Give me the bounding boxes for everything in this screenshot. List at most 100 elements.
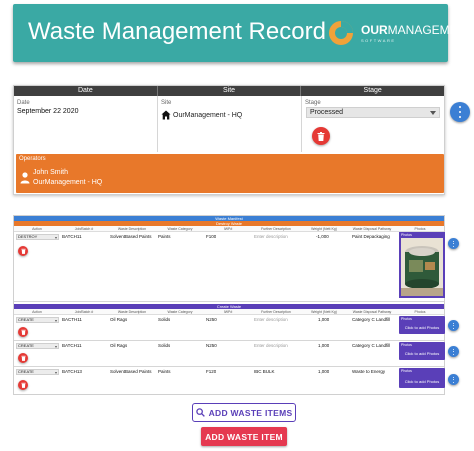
create-row-menu-button[interactable] [448, 346, 459, 357]
add-waste-items-label: ADD WASTE ITEMS [208, 407, 293, 418]
pathway-cell[interactable]: Category C Landfill [352, 343, 390, 348]
add-photos-button[interactable]: Photos Click to add Photos [399, 368, 445, 388]
date-field[interactable]: Date September 22 2020 [14, 96, 158, 152]
col-photos: Photos [414, 310, 426, 314]
category-cell[interactable]: Paints [158, 369, 171, 374]
stage-select[interactable]: Processed [306, 107, 440, 118]
col-batch: Job/Batch # [74, 227, 94, 231]
date-label: Date [17, 100, 30, 106]
action-value: CREATE [18, 343, 34, 348]
col-iwp: IWP# [223, 227, 233, 231]
destroy-row-menu-button[interactable] [448, 238, 459, 249]
iwp-cell[interactable]: F100 [206, 234, 216, 239]
stage-label: Stage [305, 100, 321, 106]
description-cell[interactable]: SolventBased Paints [110, 369, 152, 374]
further-description-input[interactable]: Enter description [254, 234, 288, 239]
company-logo: OURMANAGEMENT SOFTWARE [325, 17, 474, 51]
column-header-date: Date [14, 86, 158, 96]
description-cell[interactable]: Oil Rags [110, 317, 127, 322]
col-action: Action [32, 310, 42, 314]
photos-label: Photos [401, 369, 412, 373]
home-icon [161, 110, 171, 120]
add-waste-item-button[interactable]: ADD WASTE ITEM [201, 427, 287, 446]
operators-panel[interactable]: Operators John Smith OurManagement - HQ [16, 154, 444, 193]
col-pathway: Waste Disposal Pathway [352, 227, 392, 231]
batch-cell[interactable]: BATCH11 [62, 234, 82, 239]
chevron-down-icon [55, 371, 57, 374]
destroy-table-row: DESTROY BATCH11 SolventBased Paints Pain… [14, 232, 445, 302]
further-description-input[interactable]: IBC BULK [254, 369, 275, 374]
delete-row-button[interactable] [18, 246, 28, 256]
more-vertical-icon [452, 240, 455, 247]
delete-row-button[interactable] [18, 327, 28, 337]
add-photos-button[interactable]: Photos Click to add Photos [399, 342, 445, 360]
person-icon [20, 172, 30, 184]
create-table-row: CREATE BATCH13 SolventBased Paints Paint… [14, 367, 445, 394]
photos-label: Photos [401, 233, 412, 237]
iwp-cell[interactable]: N250 [206, 343, 217, 348]
batch-cell[interactable]: BATCH11 [62, 343, 82, 348]
logo-wordmark: OURMANAGEMENT [361, 23, 474, 37]
pathway-cell[interactable]: Category C Landfill [352, 317, 390, 322]
action-select[interactable]: CREATE [16, 317, 59, 323]
pathway-cell[interactable]: Paint Depackaging [352, 234, 390, 239]
col-description: Waste Description [117, 227, 147, 231]
more-vertical-icon [452, 322, 455, 329]
trash-icon [20, 248, 26, 254]
stage-value: Processed [310, 109, 344, 116]
action-select[interactable]: CREATE [16, 343, 59, 349]
create-row-menu-button[interactable] [448, 374, 459, 385]
action-select[interactable]: DESTROY [16, 234, 59, 240]
weight-cell[interactable]: 1,000 [318, 317, 329, 322]
pathway-cell[interactable]: Waste to Energy [352, 369, 385, 374]
create-table-row: CREATE BACTH11 Oil Rags Solids N250 Ente… [14, 315, 445, 341]
action-select[interactable]: CREATE [16, 369, 59, 375]
paint-can-image [401, 238, 443, 296]
more-vertical-icon [452, 348, 455, 355]
category-cell[interactable]: Paints [158, 234, 171, 239]
batch-cell[interactable]: BACTH11 [62, 317, 82, 322]
chevron-down-icon [55, 236, 57, 239]
weight-cell[interactable]: -1,000 [316, 234, 329, 239]
trash-icon [20, 329, 26, 335]
iwp-cell[interactable]: N250 [206, 317, 217, 322]
delete-record-button[interactable] [312, 127, 330, 145]
weight-cell[interactable]: 1,000 [318, 343, 329, 348]
column-header-site: Site [158, 86, 302, 96]
further-description-input[interactable]: Enter description [254, 317, 288, 322]
description-cell[interactable]: Oil Rags [110, 343, 127, 348]
iwp-cell[interactable]: F120 [206, 369, 216, 374]
photo-panel[interactable]: Photos [399, 232, 445, 298]
waste-photo[interactable] [401, 238, 443, 296]
operator-name: John Smith [33, 169, 69, 176]
stage-field: Stage Processed [302, 96, 444, 152]
weight-cell[interactable]: 1,000 [318, 369, 329, 374]
waste-table: Waste Manifest Destroy Waste Action Job/… [13, 215, 459, 395]
site-field[interactable]: Site OurManagement - HQ [158, 96, 302, 152]
category-cell[interactable]: Solids [158, 317, 170, 322]
batch-cell[interactable]: BATCH13 [62, 369, 82, 374]
record-card: Date Site Stage Date September 22 2020 S… [13, 85, 445, 195]
delete-row-button[interactable] [18, 380, 28, 390]
col-category: Waste Category [167, 310, 193, 314]
more-vertical-icon [452, 376, 455, 383]
add-waste-items-button[interactable]: ADD WASTE ITEMS [192, 403, 296, 422]
delete-row-button[interactable] [18, 353, 28, 363]
col-batch: Job/Batch # [74, 310, 94, 314]
action-value: CREATE [18, 317, 34, 322]
site-label: Site [161, 100, 172, 106]
action-value: CREATE [18, 369, 34, 374]
create-row-menu-button[interactable] [448, 320, 459, 331]
add-photos-button[interactable]: Photos Click to add Photos [399, 316, 445, 334]
category-cell[interactable]: Solids [158, 343, 170, 348]
col-action: Action [32, 227, 42, 231]
col-description: Waste Description [117, 310, 147, 314]
description-cell[interactable]: SolventBased Paints [110, 234, 152, 239]
record-menu-button[interactable] [450, 102, 470, 122]
col-weight: Weight (Nett Kg) [311, 310, 337, 314]
col-category: Waste Category [167, 227, 193, 231]
col-pathway: Waste Disposal Pathway [352, 310, 392, 314]
add-photos-label: Click to add Photos [404, 379, 440, 384]
site-value: OurManagement - HQ [173, 111, 243, 119]
further-description-input[interactable]: Enter description [254, 343, 288, 348]
